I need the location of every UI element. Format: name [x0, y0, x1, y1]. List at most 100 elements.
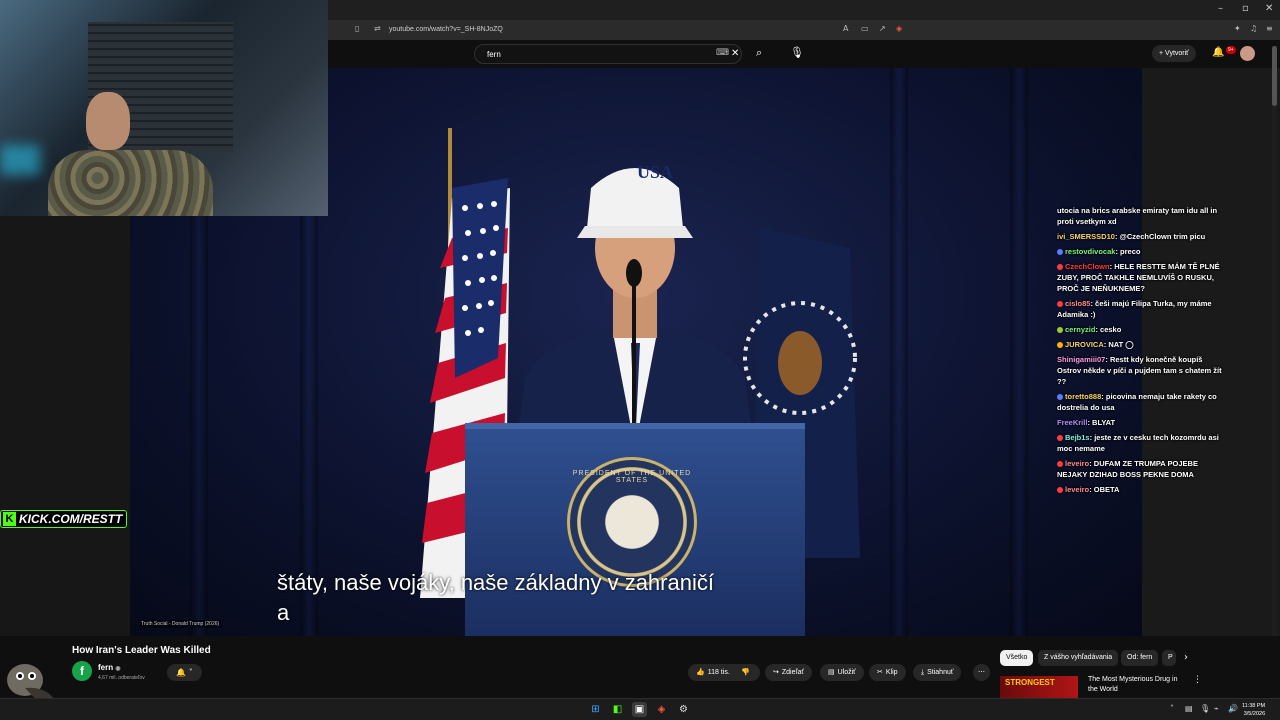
seal-text: PRESIDENT OF THE UNITED STATES	[572, 470, 692, 484]
chip-from-channel[interactable]: Od: fern	[1121, 650, 1159, 666]
share-button[interactable]: ↪ Zdieľať	[765, 664, 813, 681]
verified-icon: ◉	[115, 666, 121, 672]
clip-button[interactable]: ✂ Klip	[869, 664, 906, 681]
browser-titlebar: – ▫ ✕	[328, 0, 1280, 20]
like-count: 118 tis.	[707, 669, 730, 676]
share-label: Zdieľať	[781, 669, 805, 676]
youtube-header: fern ⌨ ✕ ⌕ 🎙 + Vytvoriť 🔔 9+	[328, 40, 1280, 68]
chat-username: Bejb1s	[1065, 433, 1090, 442]
menu-icon[interactable]: ≡	[1266, 24, 1273, 33]
url-field[interactable]: youtube.com/watch?v=_SH-8NJoZQ	[389, 26, 503, 33]
chip-all[interactable]: Všetko	[1000, 650, 1034, 666]
share-icon: ↪	[773, 668, 779, 676]
notification-badge: 9+	[1226, 46, 1236, 54]
terminal-app-icon[interactable]: ▣	[632, 702, 647, 717]
chat-badge-icon	[1057, 487, 1063, 494]
windows-start-icon[interactable]: ⊞	[588, 702, 603, 717]
tray-app-icon[interactable]: ▤	[1185, 704, 1193, 713]
chat-username: ivi_SMERSSD10	[1057, 232, 1115, 241]
save-button[interactable]: ▤ Uložiť	[820, 664, 864, 681]
chat-badge-icon	[1057, 264, 1063, 271]
dislike-button[interactable]: 👎	[735, 664, 759, 681]
chat-message: ivi_SMERSSD10: @CzechClown trim picu	[1057, 232, 1206, 241]
chat-username: restovdivocak	[1065, 247, 1116, 256]
more-actions-button[interactable]: ⋯	[973, 664, 990, 681]
download-icon: ⤓	[921, 668, 925, 676]
brave-shield-icon[interactable]: ◈	[896, 24, 902, 33]
chat-badge-icon	[1057, 394, 1063, 401]
chat-username: cernyzid	[1065, 325, 1096, 334]
chevron-right-icon[interactable]: ›	[1184, 652, 1188, 663]
extensions-icon[interactable]: ✦	[1234, 24, 1241, 33]
share-page-icon[interactable]: ↗	[879, 24, 886, 33]
maximize-button[interactable]: ▫	[1242, 3, 1249, 14]
volume-icon[interactable]: 🔊	[1228, 704, 1238, 713]
chat-message: leveiro: DUFAM ZE TRUMPA POJEBE NEJAKY D…	[1057, 459, 1198, 479]
media-icon[interactable]: ♫	[1250, 24, 1257, 33]
close-window-button[interactable]: ✕	[1265, 3, 1273, 14]
search-icon[interactable]: ⌕	[756, 46, 762, 60]
brave-browser-icon[interactable]: ◈	[654, 702, 669, 717]
subtitle-line: a	[277, 600, 290, 625]
chat-text: @CzechClown trim picu	[1119, 232, 1206, 241]
subscriber-count: 4,67 mil. odberateľov	[98, 675, 145, 681]
chat-text: OBETA	[1093, 485, 1120, 494]
chat-username: cislo85	[1065, 299, 1091, 308]
video-subtitle: štáty, naše vojáky, naše základny v zahr…	[277, 568, 714, 628]
create-button[interactable]: + Vytvoriť	[1152, 45, 1196, 62]
chat-badge-icon	[1057, 435, 1063, 442]
download-label: Stiahnuť	[927, 669, 954, 676]
webcam-light	[0, 145, 40, 175]
chat-text: NAT ◯	[1108, 340, 1134, 349]
settings-app-icon[interactable]: ⚙	[676, 702, 691, 717]
screen: – ▫ ✕ ▯ ⇌ youtube.com/watch?v=_SH-8NJoZQ…	[0, 0, 1280, 720]
keyboard-icon[interactable]: ⌨	[716, 48, 729, 58]
channel-avatar[interactable]: f	[72, 661, 92, 681]
kick-url: KICK.COM/RESTT	[19, 512, 123, 526]
chat-badge-icon	[1057, 327, 1063, 334]
taskbar-clock[interactable]: 11:38 PM 3/5/2026	[1242, 702, 1265, 718]
channel-name[interactable]: fern ◉	[98, 663, 121, 672]
download-button[interactable]: ⤓ Stiahnuť	[913, 664, 962, 681]
chat-message: Shinigamiii07: Restt kdy konečně koupíš …	[1057, 355, 1222, 386]
network-icon[interactable]: ⌁	[1214, 704, 1219, 713]
screen-icon[interactable]: ▭	[861, 24, 869, 33]
chat-message: toretto888: picovina nemaju take rakety …	[1057, 392, 1217, 412]
left-dark-area	[0, 216, 130, 636]
scissors-icon: ✂	[877, 668, 883, 676]
chat-message: FreeKrill: BLYAT	[1057, 418, 1116, 427]
bookmark-icon[interactable]: ▯	[355, 24, 359, 33]
scrollbar-thumb[interactable]	[1272, 46, 1277, 106]
microphone-icon[interactable]: 🎙	[790, 46, 804, 59]
video-info-area: How Iran's Leader Was Killed f fern ◉ 4,…	[0, 636, 1280, 700]
chat-username: leveiro	[1065, 485, 1090, 494]
chat-badge-icon	[1057, 301, 1063, 308]
minimize-button[interactable]: –	[1218, 3, 1223, 14]
save-label: Uložiť	[837, 669, 856, 676]
kick-app-icon[interactable]: ◧	[610, 702, 625, 717]
tray-chevron-icon[interactable]: ˄	[1170, 704, 1174, 713]
recommended-title[interactable]: The Most Mysterious Drug in the World	[1088, 675, 1183, 695]
page-scrollbar[interactable]	[1272, 46, 1277, 686]
clear-search-icon[interactable]: ✕	[731, 48, 739, 59]
search-input[interactable]: fern ⌨ ✕	[474, 44, 742, 64]
chip-from-search[interactable]: Z vášho vyhľadávania	[1038, 650, 1119, 666]
chat-message: leveiro: OBETA	[1057, 484, 1227, 495]
curtain-fold	[890, 68, 908, 636]
recommended-thumbnail[interactable]: STRONGEST	[1000, 676, 1078, 700]
video-title: How Iran's Leader Was Killed	[72, 645, 211, 656]
microphone-tray-icon[interactable]: 🎙	[1200, 704, 1210, 713]
kick-badge: K KICK.COM/RESTT	[0, 510, 128, 528]
avatar[interactable]	[1240, 46, 1255, 61]
site-info-icon[interactable]: ⇌	[374, 24, 381, 33]
chat-text: cesko	[1100, 325, 1122, 334]
chip-more[interactable]: P	[1162, 650, 1176, 666]
subscribed-bell-button[interactable]: 🔔 ˅	[167, 664, 202, 681]
chat-badge-icon	[1057, 342, 1063, 349]
chat-message: Bejb1s: jeste ze v cesku tech kozomrdu a…	[1057, 433, 1219, 453]
more-options-icon[interactable]: ⋮	[1193, 675, 1202, 685]
bell-icon[interactable]: 🔔	[1212, 47, 1224, 58]
video-watermark: Truth Social - Donald Trump (2026)	[139, 620, 222, 628]
translate-icon[interactable]: A	[843, 24, 848, 33]
thumbs-up-icon: 👍	[696, 668, 705, 676]
